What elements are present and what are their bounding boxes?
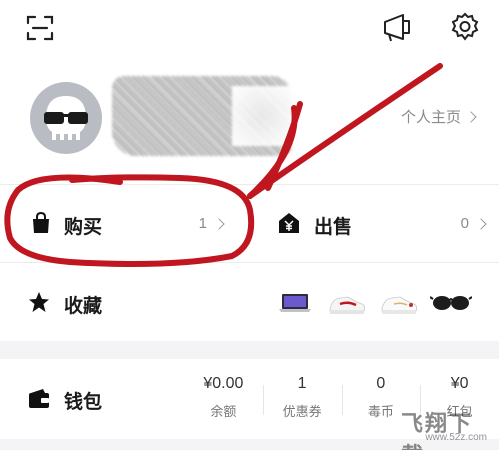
- coupon-label: 优惠券: [282, 404, 322, 419]
- du-coin-stat[interactable]: 0 毒币: [341, 375, 421, 427]
- profile-section[interactable]: 个人主页: [0, 70, 499, 170]
- du-coin-value: 0: [376, 375, 386, 392]
- sunglasses-thumbnail[interactable]: [430, 285, 472, 319]
- laptop-thumbnail[interactable]: [274, 285, 316, 319]
- shopping-bag-icon: [33, 212, 49, 233]
- du-coin-label: 毒币: [367, 404, 394, 419]
- wallet-icon: [29, 389, 49, 408]
- wallet-stats: ¥0.00 余额 1 优惠券 0 毒币 ¥0 红包: [184, 375, 499, 427]
- sell-label: 出售: [314, 217, 353, 238]
- coupon-value: 1: [297, 375, 307, 392]
- balance-value: ¥0.00: [203, 375, 244, 392]
- balance-label: 余额: [210, 404, 237, 419]
- white-red-sneaker-thumbnail[interactable]: [326, 285, 368, 319]
- buy-entry[interactable]: 购买 1: [0, 185, 249, 263]
- buy-label: 购买: [64, 217, 103, 238]
- yen-house-icon: [279, 213, 299, 233]
- scan-icon[interactable]: [26, 14, 54, 42]
- red-packet-value: ¥0: [450, 375, 469, 392]
- wallet-entry[interactable]: 钱包 ¥0.00 余额 1 优惠券 0 毒币 ¥0 红包: [0, 359, 499, 439]
- favorites-thumbnails: [274, 285, 472, 319]
- top-bar: [0, 0, 499, 60]
- trade-row: 购买 1 出售 0: [0, 185, 499, 263]
- avatar[interactable]: [30, 82, 102, 154]
- section-separator: [0, 439, 499, 450]
- favorites-entry[interactable]: 收藏: [0, 263, 499, 341]
- star-icon: [29, 292, 49, 312]
- username-redacted: [112, 76, 292, 156]
- red-packet-stat[interactable]: ¥0 红包: [420, 375, 499, 427]
- wallet-label: 钱包: [64, 392, 103, 413]
- sell-entry[interactable]: 出售 0: [250, 185, 499, 263]
- sell-count: 0: [460, 215, 487, 232]
- chevron-right-icon: [475, 217, 487, 230]
- homepage-link[interactable]: 个人主页: [400, 106, 477, 127]
- homepage-label: 个人主页: [400, 109, 461, 126]
- buy-count-value: 1: [198, 215, 207, 232]
- coupon-stat[interactable]: 1 优惠券: [262, 375, 342, 427]
- balance-stat[interactable]: ¥0.00 余额: [184, 375, 263, 427]
- chevron-right-icon: [213, 217, 225, 230]
- buy-count: 1: [198, 215, 225, 232]
- favorites-label: 收藏: [64, 296, 103, 317]
- skull-sunglasses-avatar-icon: [44, 96, 88, 140]
- gear-icon[interactable]: [450, 12, 480, 42]
- white-sneaker-thumbnail[interactable]: [378, 285, 420, 319]
- announcement-icon[interactable]: [381, 13, 413, 43]
- red-packet-label: 红包: [446, 404, 473, 419]
- sell-count-value: 0: [460, 215, 469, 232]
- section-separator: [0, 341, 499, 359]
- chevron-right-icon: [465, 110, 477, 123]
